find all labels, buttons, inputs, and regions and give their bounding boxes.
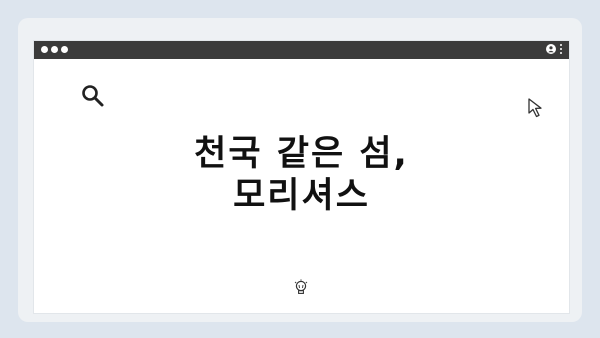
search-icon[interactable] xyxy=(80,83,106,109)
cursor-arrow-icon xyxy=(528,98,542,118)
lightbulb-icon xyxy=(294,279,308,294)
headline-line-2: 모리셔스 xyxy=(233,176,370,216)
user-icon[interactable] xyxy=(546,44,556,54)
window-control-minimize[interactable] xyxy=(51,46,58,53)
window-control-maximize[interactable] xyxy=(61,46,68,53)
titlebar-actions xyxy=(546,44,563,54)
kebab-menu-icon[interactable] xyxy=(560,44,563,54)
headline-line-1: 천국 같은 섬, xyxy=(194,134,409,174)
window-titlebar xyxy=(34,41,569,59)
browser-window: 천국 같은 섬, 모리셔스 xyxy=(33,40,570,314)
window-control-close[interactable] xyxy=(41,46,48,53)
page-headline: 천국 같은 섬, 모리셔스 xyxy=(34,133,569,217)
